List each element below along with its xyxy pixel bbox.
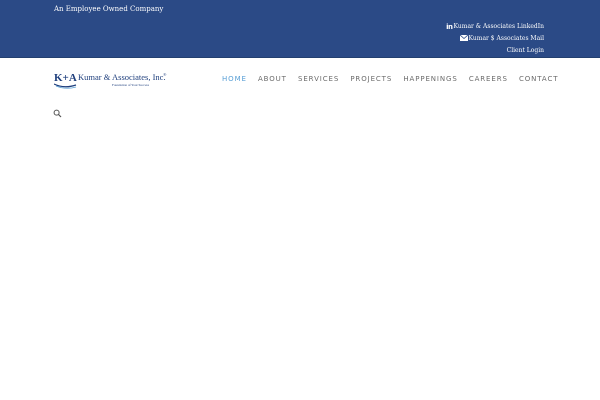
nav-item-careers[interactable]: Careers [469, 75, 508, 83]
nav-item-home[interactable]: Home [222, 75, 247, 83]
logo-slogan: Foundation of Your Success [112, 83, 150, 87]
logo-name: Kumar & Associates, Inc. [78, 72, 166, 82]
nav-item-happenings[interactable]: Happenings [403, 75, 457, 83]
header-links: inKumar & Associates LinkedIn Kumar $ As… [446, 21, 544, 56]
linkedin-icon: in [446, 23, 453, 31]
company-logo[interactable]: K+A Kumar & Associates, Inc. ® Foundatio… [54, 70, 168, 90]
nav-item-projects[interactable]: Projects [350, 75, 392, 83]
client-login-link[interactable]: Client Login [446, 45, 544, 56]
nav-item-services[interactable]: Services [298, 75, 339, 83]
linkedin-link[interactable]: inKumar & Associates LinkedIn [446, 21, 544, 33]
envelope-icon [459, 34, 468, 45]
top-bar: An Employee Owned Company inKumar & Asso… [0, 0, 600, 58]
tagline: An Employee Owned Company [54, 5, 164, 13]
linkedin-link-label: Kumar & Associates LinkedIn [453, 23, 544, 30]
main-nav: Home About Services Projects Happenings … [222, 75, 566, 83]
nav-item-contact[interactable]: Contact [519, 75, 559, 83]
logo-mark: K+A [54, 72, 77, 84]
logo-registered: ® [163, 72, 167, 77]
nav-item-about[interactable]: About [258, 75, 287, 83]
mail-link[interactable]: Kumar $ Associates Mail [446, 33, 544, 45]
mail-link-label: Kumar $ Associates Mail [468, 35, 544, 42]
client-login-label: Client Login [506, 47, 544, 54]
search-icon[interactable] [53, 103, 62, 118]
